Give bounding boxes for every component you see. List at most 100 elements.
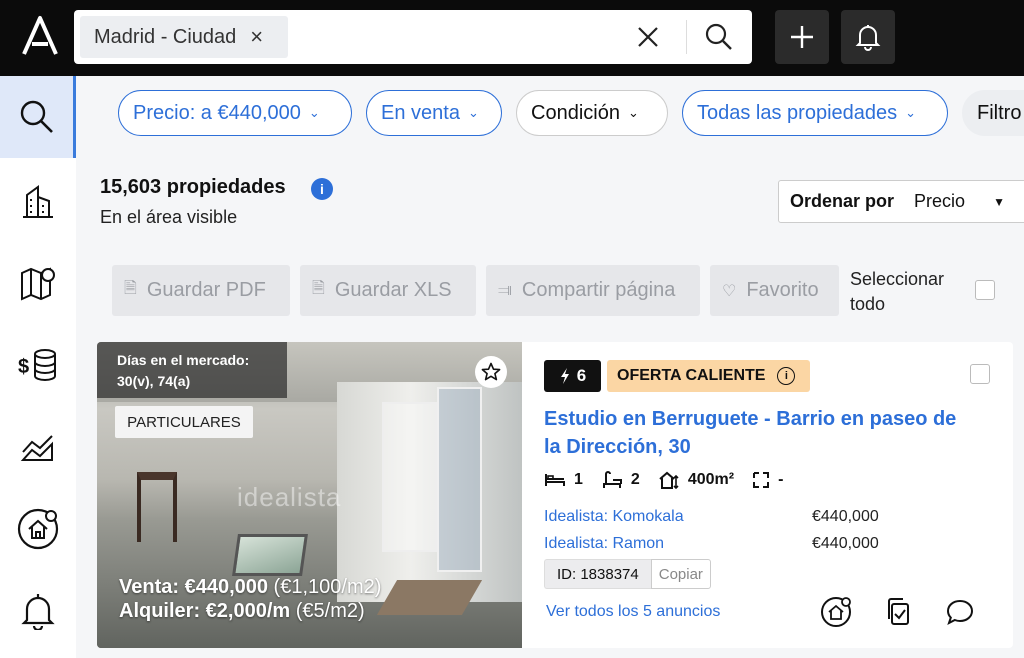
heart-icon: ♡ — [722, 282, 737, 300]
listing-photo[interactable]: idealista Días en el mercado: 30(v), 74(… — [97, 342, 522, 648]
favorite-label: Favorito — [746, 279, 819, 301]
sort-dropdown[interactable]: Ordenar por Precio ▼ — [778, 180, 1024, 223]
map-fire-icon — [21, 267, 55, 301]
listing-id-value: ID: 1838374 — [544, 559, 651, 589]
rent-price-per-sqm: (€5/m2) — [290, 600, 365, 622]
sale-price: Venta: €440,000 (€1,100/m2) — [119, 575, 381, 599]
operation-filter-label: En venta — [381, 101, 460, 124]
chevron-down-icon: ⌄ — [627, 105, 639, 120]
photo-stool — [137, 472, 177, 542]
condition-filter[interactable]: Condición ⌄ — [516, 90, 668, 136]
plot-value: - — [778, 471, 784, 488]
listing-card[interactable]: idealista Días en el mercado: 30(v), 74(… — [97, 342, 1013, 648]
bath-icon — [602, 471, 622, 488]
clear-search-icon[interactable] — [634, 23, 662, 51]
property-type-filter[interactable]: Todas las propiedades ⌄ — [682, 90, 948, 136]
info-icon[interactable]: i — [311, 178, 333, 200]
save-xls-button[interactable]: 🗎 Guardar XLS — [300, 265, 476, 316]
beds-value: 1 — [574, 471, 583, 488]
listing-select-checkbox[interactable] — [970, 364, 990, 384]
search-divider — [686, 20, 687, 54]
plot-area-icon — [753, 472, 770, 488]
score-value: 6 — [576, 366, 587, 385]
select-all-line2: todo — [850, 294, 886, 314]
sale-price-value: Venta: €440,000 — [119, 576, 268, 598]
sale-price-per-sqm: (€1,100/m2) — [268, 576, 382, 598]
sidebar-item-finance[interactable]: $ — [0, 324, 76, 406]
add-button[interactable] — [775, 10, 829, 64]
search-icon[interactable] — [704, 22, 734, 52]
file-icon: 🗎 — [312, 280, 325, 297]
results-count: 15,603 propiedades — [100, 176, 286, 198]
size-spec: 400m² — [658, 470, 734, 490]
photo-door — [382, 402, 437, 552]
rent-price: Alquiler: €2,000/m (€5/m2) — [119, 599, 381, 623]
days-on-market-value: 30(v), 74(a) — [117, 373, 191, 389]
results-area-label: En el área visible — [100, 207, 238, 227]
sidebar-item-notifications[interactable] — [0, 570, 76, 652]
agent-price-1: €440,000 — [812, 508, 879, 525]
filter-bar: Precio: a €440,000 ⌄ En venta ⌄ Condició… — [76, 76, 1024, 152]
favorite-button[interactable]: ♡ Favorito — [710, 265, 839, 316]
app-logo-icon[interactable] — [20, 14, 60, 58]
chevron-down-icon: ⌄ — [467, 105, 479, 120]
house-size-icon — [659, 471, 679, 490]
favorite-star-button[interactable] — [475, 356, 507, 388]
select-all-line1: Seleccionar — [850, 269, 945, 289]
see-all-listings-link[interactable]: Ver todos los 5 anuncios — [546, 603, 720, 621]
notifications-button[interactable] — [841, 10, 895, 64]
home-badge-icon — [821, 597, 851, 627]
home-alert-button[interactable] — [818, 594, 854, 630]
hot-deal-badge: OFERTA CALIENTE i — [607, 360, 810, 392]
compare-button[interactable] — [880, 594, 916, 630]
sidebar-item-home-alerts[interactable] — [0, 488, 76, 570]
lightning-icon — [560, 368, 569, 384]
svg-text:$: $ — [18, 356, 29, 378]
select-all-label: Seleccionar todo — [850, 267, 944, 317]
sidebar-item-buildings[interactable] — [0, 160, 76, 242]
listing-title-line2: la Dirección, 30 — [544, 436, 691, 458]
star-icon — [481, 362, 501, 381]
sort-label: Ordenar por — [790, 191, 895, 211]
sidebar-item-analytics[interactable] — [0, 406, 76, 488]
info-icon[interactable]: i — [777, 367, 796, 385]
agent-link-2[interactable]: Idealista: Ramon — [544, 535, 664, 553]
rent-price-value: Alquiler: €2,000/m — [119, 600, 291, 622]
bell-icon — [21, 594, 55, 630]
share-page-label: Compartir página — [521, 279, 676, 301]
photo-watermark: idealista — [237, 482, 342, 512]
seller-type-tag: PARTICULARES — [115, 406, 253, 438]
area-chart-icon — [20, 435, 53, 461]
listing-title[interactable]: Estudio en Berruguete - Barrio en paseo … — [544, 405, 964, 461]
baths-spec: 2 — [601, 470, 640, 490]
message-button[interactable] — [942, 594, 978, 630]
operation-filter[interactable]: En venta ⌄ — [366, 90, 502, 136]
listing-id: ID: 1838374 Copiar — [544, 559, 724, 589]
select-all-checkbox[interactable] — [975, 280, 995, 300]
price-overlay: Venta: €440,000 (€1,100/m2) Alquiler: €2… — [119, 575, 381, 623]
photo-door-glass — [437, 387, 482, 572]
sidebar-item-search[interactable] — [0, 76, 76, 158]
location-chip-label: Madrid - Ciudad — [94, 25, 237, 48]
agent-link-1[interactable]: Idealista: Komokala — [544, 508, 684, 526]
location-chip[interactable]: Madrid - Ciudad × — [80, 16, 288, 58]
condition-filter-label: Condición — [531, 101, 620, 124]
chip-remove-icon[interactable]: × — [250, 24, 263, 50]
chevron-down-icon: ⌄ — [308, 105, 320, 120]
listing-title-line1: Estudio en Berruguete - Barrio en paseo … — [544, 408, 957, 430]
price-filter[interactable]: Precio: a €440,000 ⌄ — [118, 90, 352, 136]
location-search-box[interactable]: Madrid - Ciudad × — [74, 10, 752, 64]
save-pdf-button[interactable]: 🗎 Guardar PDF — [112, 265, 290, 316]
share-page-button[interactable]: ⫥ Compartir página — [486, 265, 700, 316]
photo-floor-hatch — [232, 534, 308, 576]
property-type-filter-label: Todas las propiedades — [697, 101, 898, 124]
sidebar: $ — [0, 76, 76, 658]
more-filters-button[interactable]: Filtro — [962, 90, 1024, 136]
sort-value: Precio — [914, 191, 966, 211]
sidebar-item-market-map[interactable] — [0, 242, 76, 324]
days-on-market-label: Días en el mercado: — [117, 352, 250, 368]
copy-id-button[interactable]: Copiar — [650, 559, 711, 589]
score-badge: 6 — [544, 360, 601, 392]
share-icon: ⫥ — [498, 281, 512, 299]
price-filter-label: Precio: a €440,000 — [133, 101, 301, 124]
